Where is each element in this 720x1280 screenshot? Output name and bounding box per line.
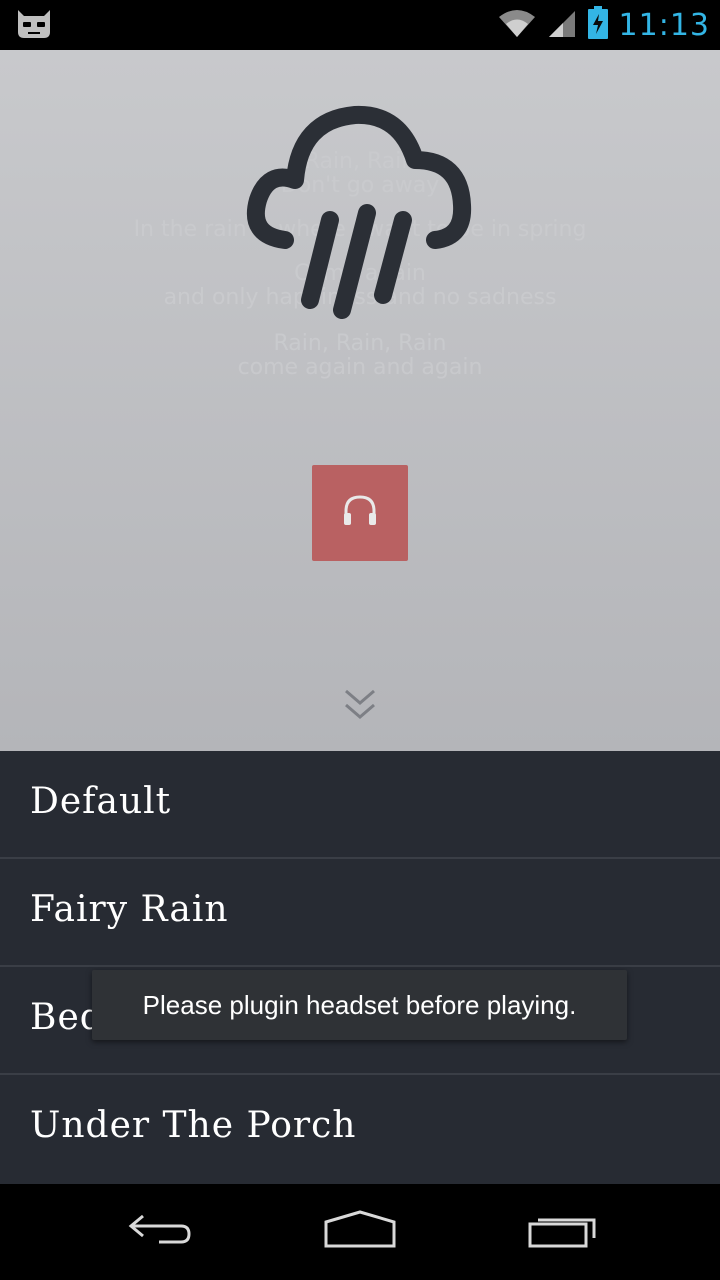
back-icon	[125, 1210, 195, 1254]
back-button[interactable]	[110, 1204, 210, 1260]
home-icon	[322, 1210, 398, 1254]
hero-panel: Rain, Rain Don't go away In the rain is …	[0, 50, 720, 751]
recents-icon	[526, 1210, 598, 1254]
list-item-label: Under The Porch	[30, 1105, 357, 1146]
list-item[interactable]: Under The Porch	[0, 1075, 720, 1183]
toast-text: Please plugin headset before playing.	[142, 989, 577, 1020]
double-chevron-down-icon[interactable]	[340, 685, 380, 725]
status-bar: 11:13	[0, 0, 720, 50]
recents-button[interactable]	[512, 1204, 612, 1260]
home-button[interactable]	[310, 1204, 410, 1260]
wifi-icon	[497, 7, 537, 43]
battery-charging-icon	[587, 6, 609, 44]
list-item[interactable]: Fairy Rain	[0, 859, 720, 967]
headset-icon	[340, 491, 380, 535]
navigation-bar	[0, 1184, 720, 1280]
list-item-label: Default	[30, 781, 172, 822]
headset-play-button[interactable]	[312, 465, 408, 561]
sound-list: Default Fairy Rain Bedroom Under The Por…	[0, 751, 720, 1184]
status-time: 11:13	[618, 7, 710, 43]
cloud-rain-icon	[240, 105, 480, 385]
list-item-label: Fairy Rain	[30, 889, 229, 930]
toast-message: Please plugin headset before playing.	[92, 970, 627, 1040]
signal-icon	[547, 7, 577, 43]
cyanogen-mascot-icon	[14, 6, 54, 42]
list-item[interactable]: Default	[0, 751, 720, 859]
